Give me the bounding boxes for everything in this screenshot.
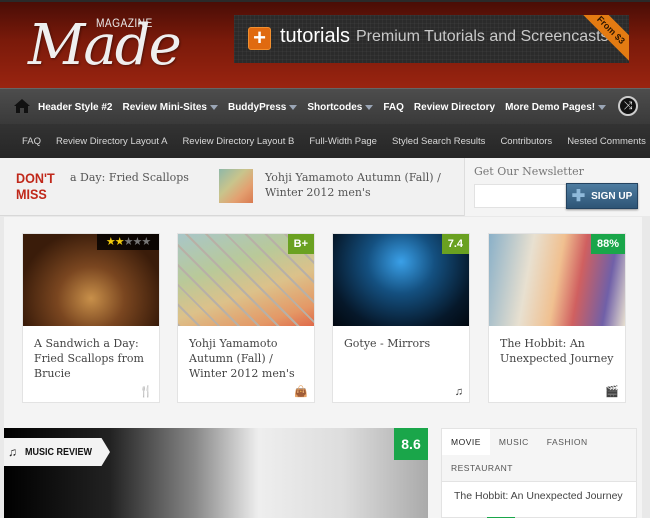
dont-miss-label: DON'T MISS <box>16 170 55 202</box>
score-badge: 8.6 <box>394 428 428 460</box>
main-nav-item[interactable]: FAQ <box>383 102 404 113</box>
category-label[interactable]: ♫ MUSIC REVIEW <box>4 438 110 466</box>
main-nav-label: BuddyPress <box>227 101 287 113</box>
main-nav-label: More Demo Pages! <box>505 101 596 113</box>
sub-nav-item[interactable]: FAQ <box>22 136 41 147</box>
category-text: MUSIC REVIEW <box>25 446 93 458</box>
main-nav-item[interactable]: Review Directory <box>414 102 495 113</box>
chevron-down-icon <box>289 104 298 110</box>
sub-nav-item[interactable]: Styled Search Results <box>392 136 485 147</box>
main-nav-item[interactable]: More Demo Pages! <box>505 101 607 113</box>
newsletter-email-input[interactable] <box>474 184 569 208</box>
main-nav-label: Review Directory <box>413 101 496 113</box>
star-empty-icon: ★ <box>141 236 151 248</box>
sub-nav-item[interactable]: Contributors <box>500 136 552 147</box>
newsletter-title: Get Our Newsletter <box>474 165 584 178</box>
percent-badge: 88% <box>590 234 625 254</box>
tab-restaurant[interactable]: RESTAURANT <box>442 455 522 481</box>
music-note-icon: ♫ <box>454 386 463 398</box>
ticker-item[interactable]: a Day: Fried Scallops <box>70 171 189 184</box>
main-navigation: Header Style #2 Review Mini-Sites BuddyPre… <box>0 88 650 124</box>
newsletter-box: Get Our Newsletter ✚ SIGN UP <box>464 158 650 216</box>
main-nav-item[interactable]: Review Mini-Sites <box>123 102 218 113</box>
card-title[interactable]: The Hobbit: An Unexpected Journey <box>500 336 618 366</box>
sub-navigation: FAQ Review Directory Layout A Review Direc… <box>0 124 650 158</box>
main-nav-item[interactable]: Shortcodes <box>307 101 374 113</box>
dont-miss-line2: MISS <box>16 186 47 202</box>
site-header: Made MAGAZINE + tutorials Premium Tutori… <box>0 0 650 88</box>
star-filled-icon: ★ <box>105 236 116 248</box>
chevron-down-icon <box>598 104 607 110</box>
sub-nav-item[interactable]: Review Directory Layout A <box>56 136 167 147</box>
shuffle-icon[interactable]: ⤨ <box>618 96 638 116</box>
main-nav-label: Shortcodes <box>307 101 363 113</box>
tab-fashion[interactable]: FASHION <box>538 429 597 455</box>
card-title[interactable]: Gotye - Mirrors <box>344 336 462 351</box>
star-filled-icon: ★ <box>114 236 125 248</box>
home-icon[interactable] <box>14 99 30 113</box>
chevron-down-icon <box>365 104 374 110</box>
review-card[interactable]: B+ Yohji Yamamoto Autumn (Fall) / Winter… <box>177 233 315 403</box>
ticker-item[interactable]: Yohji Yamamoto Autumn (Fall) / Winter 20… <box>265 170 455 200</box>
content-area: ★★★★★ A Sandwich a Day: Fried Scallops f… <box>4 217 642 518</box>
logo-small-text: MAGAZINE <box>96 16 153 30</box>
star-empty-icon: ★ <box>132 236 142 248</box>
main-nav-label: Review Mini-Sites <box>122 101 207 113</box>
sub-nav-item[interactable]: Full-Width Page <box>309 136 377 147</box>
featured-review[interactable]: ♫ MUSIC REVIEW 8.6 <box>4 428 428 518</box>
plus-icon: + <box>248 27 271 50</box>
review-card[interactable]: 7.4 Gotye - Mirrors ♫ <box>332 233 470 403</box>
card-title[interactable]: Yohji Yamamoto Autumn (Fall) / Winter 20… <box>189 336 307 381</box>
music-note-icon: ♫ <box>8 445 17 459</box>
main-nav-item[interactable]: BuddyPress <box>227 101 298 113</box>
plus-icon: ✚ <box>571 188 586 205</box>
main-nav-label: Header Style #2 <box>38 101 113 113</box>
clapperboard-icon: 🎬 <box>605 386 619 398</box>
tab-movie[interactable]: MOVIE <box>442 429 490 455</box>
review-card[interactable]: 88% The Hobbit: An Unexpected Journey 🎬 <box>488 233 626 403</box>
sub-nav-item[interactable]: Review Directory Layout B <box>182 136 294 147</box>
star-rating: ★★★★★ <box>97 234 159 250</box>
restaurant-icon: 🍴 <box>139 386 153 398</box>
dont-miss-line1: DON'T <box>16 170 55 186</box>
signup-label: SIGN UP <box>591 190 633 202</box>
banner-tagline: Premium Tutorials and Screencasts <box>356 28 609 45</box>
ad-banner[interactable]: + tutorials Premium Tutorials and Screen… <box>234 15 629 63</box>
score-badge: 7.4 <box>441 234 469 254</box>
main-nav-item[interactable]: Header Style #2 <box>38 102 113 113</box>
chevron-down-icon <box>209 104 218 110</box>
main-nav-label: FAQ <box>383 101 404 113</box>
review-card[interactable]: ★★★★★ A Sandwich a Day: Fried Scallops f… <box>22 233 160 403</box>
dont-miss-strip: DON'T MISS a Day: Fried Scallops Yohji Y… <box>0 158 650 216</box>
ticker-thumbnail[interactable] <box>219 169 253 203</box>
card-title[interactable]: A Sandwich a Day: Fried Scallops from Br… <box>34 336 152 381</box>
shopping-bag-icon: 👜 <box>294 386 308 398</box>
tab-entry[interactable]: The Hobbit: An Unexpected Journey <box>442 482 636 510</box>
sub-nav-item[interactable]: Nested Comments <box>567 136 646 147</box>
grade-badge: B+ <box>287 234 314 254</box>
signup-button[interactable]: ✚ SIGN UP <box>566 183 638 209</box>
tab-music[interactable]: MUSIC <box>490 429 538 455</box>
site-logo[interactable]: Made MAGAZINE <box>28 10 182 82</box>
banner-brand: tutorials <box>280 25 351 47</box>
review-tabs-widget: MOVIE MUSIC FASHION RESTAURANT The Hobbit: … <box>441 428 637 518</box>
